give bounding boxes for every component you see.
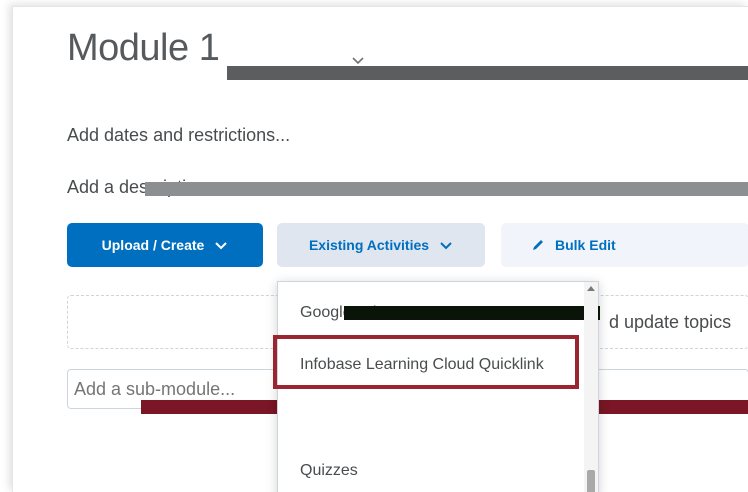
page-title: Module 1 — [67, 27, 220, 69]
bulk-edit-label: Bulk Edit — [555, 237, 616, 253]
scroll-up-icon[interactable] — [587, 286, 595, 291]
chevron-down-icon[interactable] — [351, 53, 365, 67]
chevron-down-icon — [440, 242, 452, 250]
add-dates-link[interactable]: Add dates and restrictions... — [67, 125, 290, 146]
upload-create-button[interactable]: Upload / Create — [67, 223, 263, 267]
menu-item-quizzes[interactable]: Quizzes — [300, 462, 358, 480]
scroll-thumb[interactable] — [587, 470, 595, 492]
redaction-bar — [344, 306, 600, 320]
bulk-edit-button[interactable]: Bulk Edit — [501, 223, 748, 267]
existing-activities-label: Existing Activities — [308, 237, 430, 253]
chevron-down-icon — [215, 242, 228, 250]
upload-create-label: Upload / Create — [101, 237, 205, 253]
highlight-box — [273, 335, 579, 389]
drop-zone-text: d update topics — [609, 312, 732, 332]
menu-scrollbar[interactable] — [584, 282, 598, 492]
redaction-bar — [227, 66, 748, 80]
redaction-bar — [145, 182, 748, 196]
existing-activities-button[interactable]: Existing Activities — [277, 223, 485, 267]
content-panel: Module 1 Add dates and restrictions... A… — [12, 6, 748, 492]
pencil-icon — [533, 240, 543, 250]
